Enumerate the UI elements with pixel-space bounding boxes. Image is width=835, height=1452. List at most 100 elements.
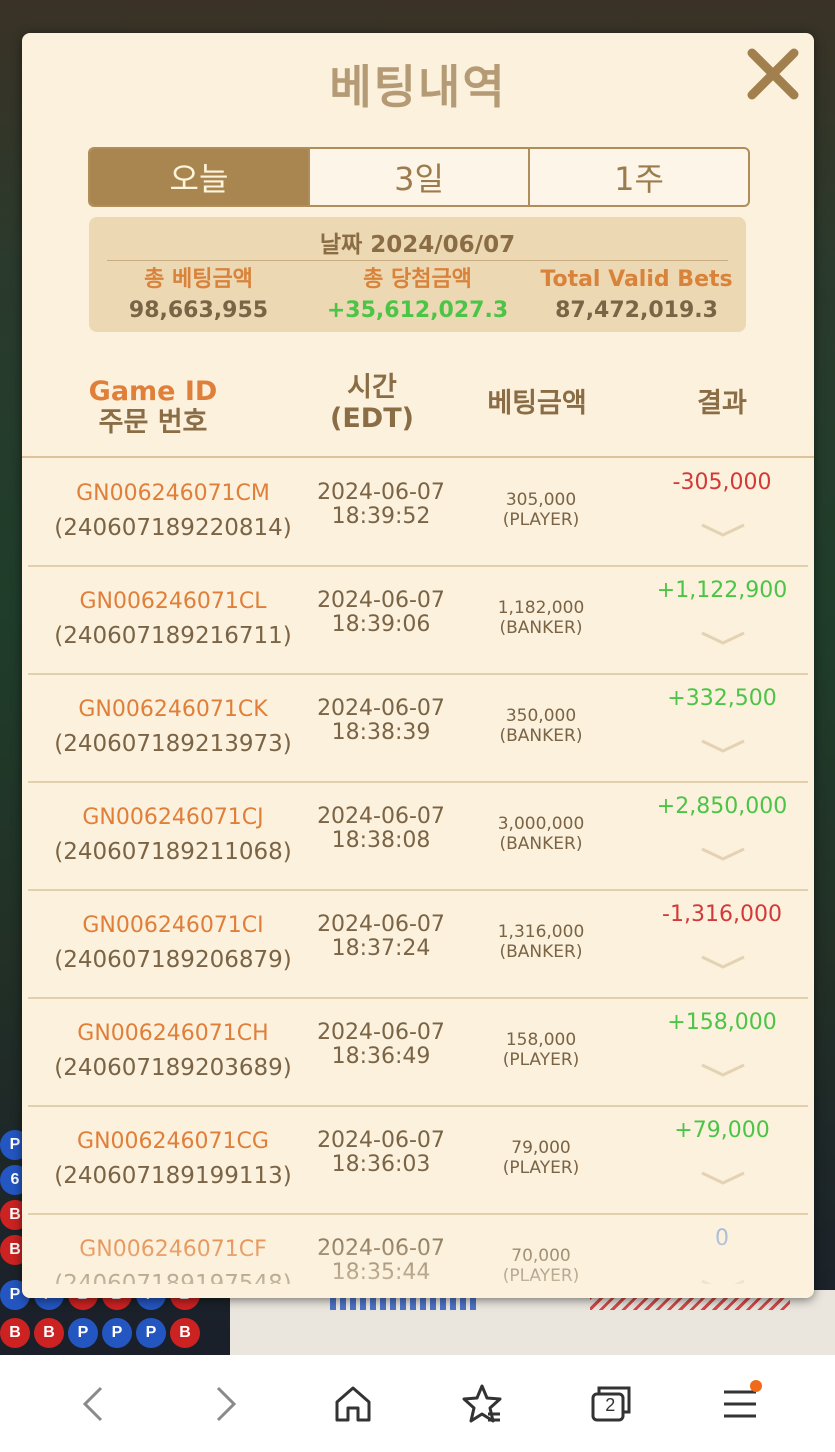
bead-marker: P [68,1318,98,1348]
back-button[interactable] [65,1374,125,1434]
header-time-label: 시간 [347,372,397,403]
bet-date: 2024-06-07 [317,1236,445,1261]
bead-marker: P [102,1318,132,1348]
bet-amount: 1,182,000 [497,598,585,618]
chevron-down-icon[interactable] [698,1057,748,1081]
time-cell: 2024-06-07 18:39:52 [308,481,454,529]
bet-side: (BANKER) [499,618,583,638]
result-value: +2,850,000 [656,794,788,819]
game-id: GN006246071CK [78,697,268,722]
game-id: GN006246071CG [77,1129,269,1154]
chevron-down-icon[interactable] [698,949,748,973]
result-value: -305,000 [672,470,772,495]
bet-time: 18:36:03 [331,1152,431,1177]
home-button[interactable] [323,1374,383,1434]
modal-title: 베팅내역 [329,60,507,114]
bet-amount: 79,000 [511,1138,571,1158]
chevron-down-icon[interactable] [698,841,748,865]
total-win-value: +35,612,027.3 [326,298,509,323]
chevron-down-icon[interactable] [698,1273,748,1284]
game-id-cell: GN006246071CI (240607189206879) [28,909,318,977]
betting-history-modal: 베팅내역 오늘 3일 1주 날짜 2024/06/07 총 베팅금액 98,66… [22,33,814,1298]
tab-1-week[interactable]: 1주 [530,149,748,205]
total-win-column: 총 당첨금액 +35,612,027.3 [308,263,527,325]
order-number: (240607189216711) [54,623,292,649]
notification-dot [750,1379,763,1392]
table-row[interactable]: GN006246071CK (240607189213973) 2024-06-… [28,675,808,783]
game-id: GN006246071CL [79,589,267,614]
forward-icon [216,1386,236,1421]
game-id-cell: GN006246071CF (240607189197548) [28,1233,318,1284]
summary-divider [107,260,728,261]
result-value: +1,122,900 [656,578,788,603]
time-cell: 2024-06-07 18:38:08 [308,805,454,853]
header-result: 결과 [697,388,747,419]
order-number: (240607189197548) [54,1271,292,1284]
bet-amount-cell: 1,182,000 (BANKER) [468,598,614,638]
road-grid-dots [330,1296,480,1310]
bookmarks-button[interactable] [452,1374,512,1434]
game-id: GN006246071CM [76,481,270,506]
summary-panel: 날짜 2024/06/07 총 베팅금액 98,663,955 총 당첨금액 +… [89,217,746,332]
menu-button[interactable] [710,1374,770,1434]
table-row[interactable]: GN006246071CH (240607189203689) 2024-06-… [28,999,808,1107]
table-header: Game ID 주문 번호 시간 (EDT) 베팅금액 결과 [22,368,814,458]
order-number: (240607189211068) [54,839,292,865]
bead-marker: B [0,1318,30,1348]
bet-side: (BANKER) [499,726,583,746]
summary-date: 날짜 2024/06/07 [319,232,516,258]
browser-bottom-bar: 2 [0,1355,835,1452]
table-row[interactable]: GN006246071CF (240607189197548) 2024-06-… [28,1215,808,1284]
bet-date: 2024-06-07 [317,1020,445,1045]
total-bet-label: 총 베팅금액 [144,267,253,292]
bet-date: 2024-06-07 [317,1128,445,1153]
chevron-down-icon[interactable] [698,625,748,649]
game-id-cell: GN006246071CH (240607189203689) [28,1017,318,1085]
bet-date: 2024-06-07 [317,804,445,829]
bet-date: 2024-06-07 [317,696,445,721]
game-id-cell: GN006246071CJ (240607189211068) [28,801,318,869]
tab-3-days[interactable]: 3일 [310,149,530,205]
game-id: GN006246071CH [77,1021,269,1046]
game-id-cell: GN006246071CK (240607189213973) [28,693,318,761]
home-icon [335,1386,371,1421]
total-bet-value: 98,663,955 [128,298,269,323]
bet-amount-cell: 350,000 (BANKER) [468,706,614,746]
bet-date: 2024-06-07 [317,588,445,613]
table-row[interactable]: GN006246071CG (240607189199113) 2024-06-… [28,1107,808,1215]
result-value: 0 [715,1226,729,1251]
history-list: GN006246071CM (240607189220814) 2024-06-… [22,459,814,1284]
road-grid-lines [590,1296,790,1310]
forward-button[interactable] [194,1374,254,1434]
game-id-cell: GN006246071CL (240607189216711) [28,585,318,653]
bet-time: 18:38:39 [331,720,431,745]
bet-amount-cell: 3,000,000 (BANKER) [468,814,614,854]
chevron-down-icon[interactable] [698,517,748,541]
bet-time: 18:35:44 [331,1260,431,1285]
valid-bets-label: Total Valid Bets [540,267,733,292]
game-id-cell: GN006246071CG (240607189199113) [28,1125,318,1193]
order-number: (240607189206879) [54,947,292,973]
period-tabs: 오늘 3일 1주 [88,147,750,207]
table-row[interactable]: GN006246071CI (240607189206879) 2024-06-… [28,891,808,999]
chevron-down-icon[interactable] [698,733,748,757]
back-icon [82,1386,102,1421]
tabs-button[interactable]: 2 [581,1374,641,1434]
close-button[interactable] [744,45,802,103]
bet-amount: 1,316,000 [497,922,585,942]
tab-today[interactable]: 오늘 [90,149,310,205]
header-time-zone: (EDT) [330,403,414,434]
bet-time: 18:36:49 [331,1044,431,1069]
table-row[interactable]: GN006246071CM (240607189220814) 2024-06-… [28,459,808,567]
valid-bets-column: Total Valid Bets 87,472,019.3 [527,263,746,325]
result-value: +158,000 [667,1010,777,1035]
bet-date: 2024-06-07 [317,912,445,937]
chevron-down-icon[interactable] [698,1165,748,1189]
total-bet-column: 총 베팅금액 98,663,955 [89,263,308,325]
bet-time: 18:39:52 [331,504,431,529]
tab-count: 2 [605,1394,616,1415]
result-value: -1,316,000 [662,902,782,927]
bet-amount: 350,000 [505,706,577,726]
table-row[interactable]: GN006246071CJ (240607189211068) 2024-06-… [28,783,808,891]
table-row[interactable]: GN006246071CL (240607189216711) 2024-06-… [28,567,808,675]
